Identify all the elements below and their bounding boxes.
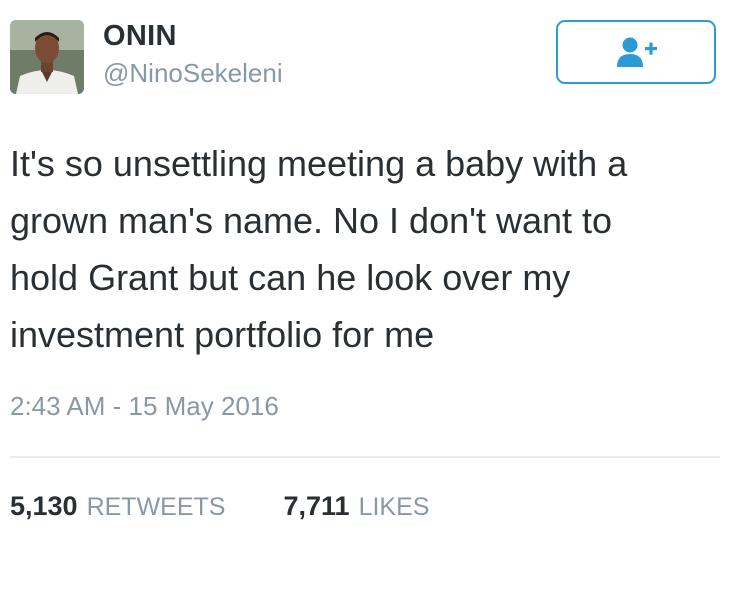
likes-count: 7,711 (283, 491, 350, 521)
user-handle[interactable]: @NinoSekeleni (103, 56, 283, 90)
likes-label: LIKES (358, 493, 430, 521)
add-user-icon (617, 37, 657, 67)
tweet-card: ONIN @NinoSekeleni It's so unsettling me… (0, 0, 736, 606)
retweets-label: RETWEETS (86, 493, 226, 521)
likes-stat[interactable]: 7,711 LIKES (283, 489, 429, 524)
display-name[interactable]: ONIN (103, 18, 177, 54)
divider (10, 456, 720, 458)
tweet-timestamp[interactable]: 2:43 AM - 15 May 2016 (10, 389, 279, 423)
follow-button[interactable] (556, 20, 716, 84)
tweet-stats: 5,130 RETWEETS 7,711 LIKES (10, 489, 429, 523)
avatar-photo-icon (10, 20, 84, 94)
retweets-count: 5,130 (10, 491, 78, 521)
tweet-text: It's so unsettling meeting a baby with a… (10, 143, 628, 355)
retweets-stat[interactable]: 5,130 RETWEETS (10, 489, 225, 524)
avatar[interactable] (10, 20, 84, 94)
